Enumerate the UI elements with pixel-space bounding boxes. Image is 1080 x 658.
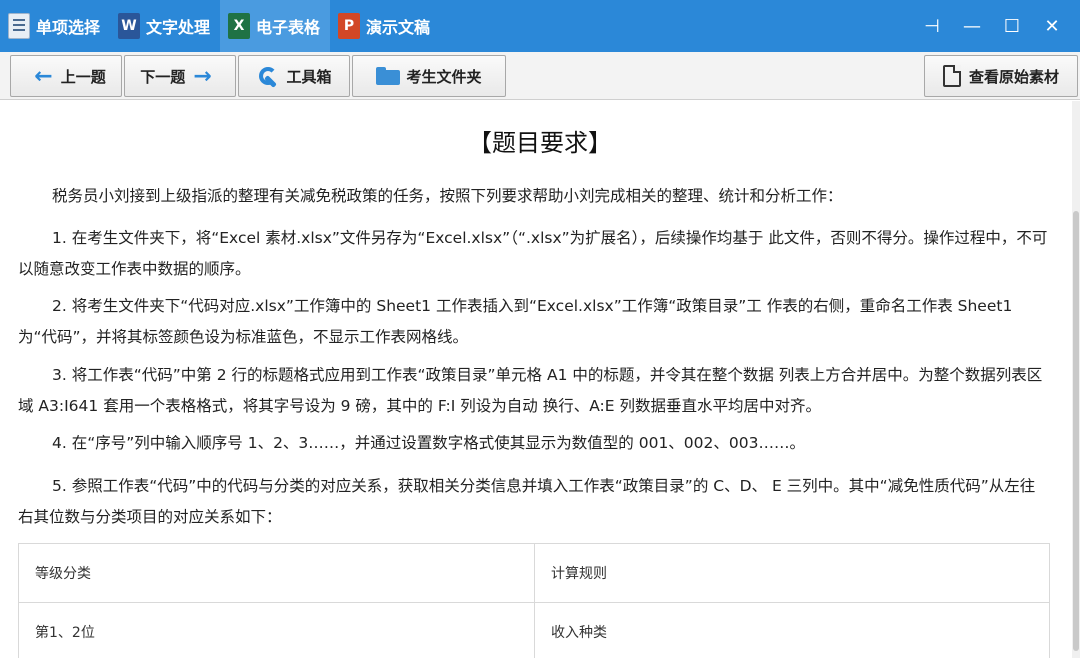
toolbox-button[interactable]: 工具箱 [238,55,350,97]
maximize-button[interactable]: ☐ [992,0,1032,52]
code-mapping-table: 等级分类 计算规则 第1、2位 收入种类 [18,543,1050,658]
title-bar: 单项选择 W 文字处理 X 电子表格 P 演示文稿 ⊣ — ☐ ✕ [0,0,1080,52]
maximize-icon: ☐ [1003,15,1021,37]
requirement-item: 4. 在“序号”列中输入顺序号 1、2、3……，并通过设置数字格式使其显示为数值… [52,434,805,452]
tab-spreadsheet[interactable]: X 电子表格 [220,0,331,52]
tab-label: 单项选择 [36,18,101,37]
minimize-button[interactable]: — [952,0,992,52]
view-original-material-button[interactable]: 查看原始素材 [924,55,1078,97]
prev-label: 上一题 [60,67,106,86]
wrench-icon [256,65,278,87]
tab-single-choice[interactable]: 单项选择 [0,0,110,52]
powerpoint-icon: P [338,13,361,39]
folder-icon [376,65,401,87]
requirement-item: 3. 将工作表“代码”中第 2 行的标题格式应用到工作表“政策目录”单元格 A1… [18,366,1043,415]
question-content: 【题目要求】 税务员小刘接到上级指派的整理有关减免税政策的任务，按照下列要求帮助… [0,101,1080,658]
arrow-left-icon: ← [34,63,53,89]
close-icon: ✕ [1044,15,1060,37]
next-label: 下一题 [140,67,186,86]
word-icon: W [118,13,141,39]
document-icon [942,65,961,87]
table-header-cell: 计算规则 [534,543,1050,603]
tab-label: 文字处理 [146,18,211,37]
requirement-item: 1. 在考生文件夹下，将“Excel 素材.xlsx”文件另存为“Excel.x… [18,229,1048,278]
tab-label: 演示文稿 [366,18,431,37]
next-question-button[interactable]: 下一题 → [124,55,236,97]
window-controls: ⊣ — ☐ ✕ [912,0,1080,52]
table-header-row: 等级分类 计算规则 [18,543,1050,603]
table-cell: 收入种类 [534,602,1050,658]
toolbar: ← 上一题 下一题 → 工具箱 考生文件夹 查看原始素材 [0,52,1080,100]
excel-icon: X [228,13,251,39]
folder-label: 考生文件夹 [406,67,482,86]
tab-label: 电子表格 [256,18,321,37]
close-button[interactable]: ✕ [1032,0,1072,52]
tab-presentation[interactable]: P 演示文稿 [330,0,440,52]
table-cell: 第1、2位 [18,602,535,658]
view-label: 查看原始素材 [968,67,1059,86]
vertical-scrollbar[interactable] [1072,101,1080,658]
page-title: 【题目要求】 [468,129,612,157]
table-header-cell: 等级分类 [18,543,535,603]
scrollbar-thumb[interactable] [1073,211,1079,651]
candidate-folder-button[interactable]: 考生文件夹 [352,55,506,97]
intro-paragraph: 税务员小刘接到上级指派的整理有关减免税政策的任务，按照下列要求帮助小刘完成相关的… [52,187,843,205]
requirement-item: 5. 参照工作表“代码”中的代码与分类的对应关系，获取相关分类信息并填入工作表“… [18,477,1036,526]
pin-button[interactable]: ⊣ [912,0,952,52]
pin-icon: ⊣ [924,15,940,37]
tab-word-processing[interactable]: W 文字处理 [110,0,220,52]
checklist-icon [8,13,30,39]
arrow-right-icon: → [193,63,212,89]
prev-question-button[interactable]: ← 上一题 [10,55,122,97]
table-row: 第1、2位 收入种类 [18,602,1050,658]
toolbox-label: 工具箱 [286,67,332,86]
minimize-icon: — [963,15,981,37]
requirement-item: 2. 将考生文件夹下“代码对应.xlsx”工作簿中的 Sheet1 工作表插入到… [18,297,1013,346]
